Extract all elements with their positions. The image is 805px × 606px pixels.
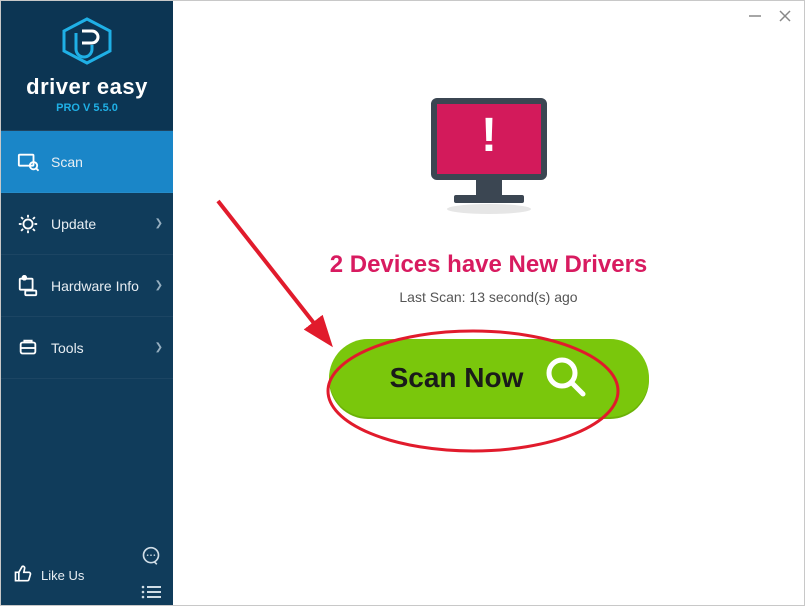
logo-area: driver easy PRO V 5.5.0 <box>1 1 173 131</box>
app-version: PRO V 5.5.0 <box>56 102 118 114</box>
sidebar-item-label: Scan <box>51 154 83 170</box>
scan-now-button[interactable]: Scan Now <box>329 339 649 417</box>
logo-icon <box>60 17 114 70</box>
sidebar-item-label: Update <box>51 216 96 232</box>
update-icon <box>15 211 41 237</box>
svg-text:i: i <box>24 275 25 280</box>
scan-icon <box>15 149 41 175</box>
sidebar-item-scan[interactable]: Scan <box>1 131 173 193</box>
like-us-button[interactable]: Like Us <box>13 564 84 587</box>
scan-now-label: Scan Now <box>390 362 524 394</box>
sidebar-item-label: Hardware Info <box>51 278 139 294</box>
last-scan-text: Last Scan: 13 second(s) ago <box>399 289 577 305</box>
chevron-right-icon: ❯ <box>155 280 163 291</box>
sidebar-item-label: Tools <box>51 340 84 356</box>
hardware-icon: i <box>15 273 41 299</box>
chevron-right-icon: ❯ <box>155 218 163 229</box>
sidebar-item-tools[interactable]: Tools ❯ <box>1 317 173 379</box>
status-heading: 2 Devices have New Drivers <box>330 251 648 279</box>
tools-icon <box>15 335 41 361</box>
sidebar-footer: Like Us <box>1 545 173 605</box>
search-icon <box>543 354 587 403</box>
sidebar-nav: Scan Update ❯ i <box>1 131 173 545</box>
sidebar-item-hardware-info[interactable]: i Hardware Info ❯ <box>1 255 173 317</box>
sidebar: driver easy PRO V 5.5.0 Scan <box>1 1 173 605</box>
thumbs-up-icon <box>13 564 33 587</box>
sidebar-item-update[interactable]: Update ❯ <box>1 193 173 255</box>
footer-icons <box>141 546 161 604</box>
app-name: driver easy <box>26 74 148 100</box>
main-content: ! 2 Devices have New Drivers Last Scan: … <box>173 1 804 605</box>
menu-icon[interactable] <box>141 585 161 604</box>
chevron-right-icon: ❯ <box>155 342 163 353</box>
annotation-arrow <box>208 191 358 371</box>
feedback-icon[interactable] <box>141 546 161 571</box>
monitor-alert-icon: ! <box>414 91 564 221</box>
like-us-label: Like Us <box>41 568 84 583</box>
svg-text:!: ! <box>481 109 497 162</box>
